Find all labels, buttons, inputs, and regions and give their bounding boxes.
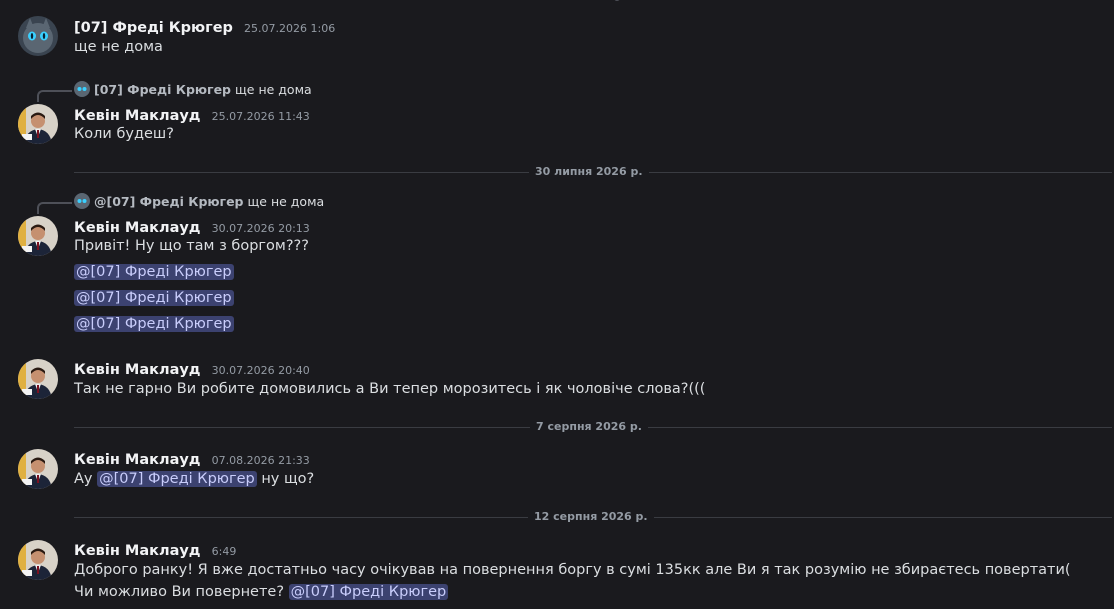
date-divider-label: 12 серпня 2026 р. bbox=[528, 510, 654, 523]
reply-author: [07] Фреді Крюгер bbox=[94, 81, 231, 97]
man-in-suit-avatar-icon[interactable] bbox=[18, 449, 58, 489]
message-timestamp: 25.07.2026 1:06 bbox=[244, 22, 336, 35]
message-timestamp: 6:49 bbox=[211, 545, 237, 558]
message-text-part: Ау bbox=[74, 471, 93, 487]
cat-avatar-icon bbox=[74, 193, 90, 209]
message-text: Ау @[07] Фреді Крюгер ну що? bbox=[74, 468, 314, 490]
message-author[interactable]: [07] Фреді Крюгер bbox=[74, 20, 233, 36]
message-timestamp: 30.07.2026 20:40 bbox=[211, 364, 310, 377]
message-timestamp: 25.07.2026 11:43 bbox=[211, 110, 310, 123]
reply-preview[interactable]: [07] Фреді Крюгер ще не дома bbox=[74, 81, 312, 97]
cat-avatar-icon bbox=[74, 81, 90, 97]
man-in-suit-avatar-icon[interactable] bbox=[18, 540, 58, 580]
user-mention[interactable]: @[07] Фреді Крюгер bbox=[74, 264, 234, 280]
user-mention[interactable]: @[07] Фреді Крюгер bbox=[288, 584, 449, 600]
message-text: Привіт! Ну що там з боргом??? bbox=[74, 238, 309, 254]
message-text-part: Доброго ранку! Я вже достатньо часу очік… bbox=[74, 562, 1071, 600]
man-in-suit-avatar-icon[interactable] bbox=[18, 216, 58, 256]
message-text: ще не дома bbox=[74, 39, 163, 55]
scroll-indicator bbox=[614, 0, 620, 1]
chat-messages: [07] Фреді Крюгер 25.07.2026 1:06 ще не … bbox=[0, 0, 1114, 609]
reply-connector bbox=[37, 202, 72, 214]
message-text-part: ну що? bbox=[261, 471, 315, 487]
man-in-suit-avatar-icon[interactable] bbox=[18, 359, 58, 399]
message-timestamp: 30.07.2026 20:13 bbox=[211, 222, 310, 235]
message-author[interactable]: Кевін Маклауд bbox=[74, 108, 201, 124]
user-mention[interactable]: @[07] Фреді Крюгер bbox=[74, 290, 234, 306]
user-mention[interactable]: @[07] Фреді Крюгер bbox=[74, 316, 234, 332]
date-divider-label: 7 серпня 2026 р. bbox=[530, 420, 648, 433]
message-timestamp: 07.08.2026 21:33 bbox=[211, 454, 310, 467]
user-mention[interactable]: @[07] Фреді Крюгер bbox=[97, 471, 257, 487]
man-in-suit-avatar-icon[interactable] bbox=[18, 104, 58, 144]
cat-avatar-icon[interactable] bbox=[18, 16, 58, 56]
reply-connector bbox=[37, 90, 72, 102]
message-author[interactable]: Кевін Маклауд bbox=[74, 220, 201, 236]
message-author[interactable]: Кевін Маклауд bbox=[74, 452, 201, 468]
reply-author: @[07] Фреді Крюгер bbox=[94, 193, 244, 209]
reply-text: ще не дома bbox=[247, 193, 325, 209]
message-author[interactable]: Кевін Маклауд bbox=[74, 543, 201, 559]
date-divider-label: 30 липня 2026 р. bbox=[529, 165, 649, 178]
message-text: Доброго ранку! Я вже достатньо часу очік… bbox=[74, 559, 1094, 603]
message-author[interactable]: Кевін Маклауд bbox=[74, 362, 201, 378]
message-text: Так не гарно Ви робите домовились а Ви т… bbox=[74, 381, 706, 397]
reply-text: ще не дома bbox=[235, 81, 312, 97]
reply-preview[interactable]: @[07] Фреді Крюгер ще не дома bbox=[74, 193, 324, 209]
message-text: Коли будеш? bbox=[74, 126, 174, 142]
